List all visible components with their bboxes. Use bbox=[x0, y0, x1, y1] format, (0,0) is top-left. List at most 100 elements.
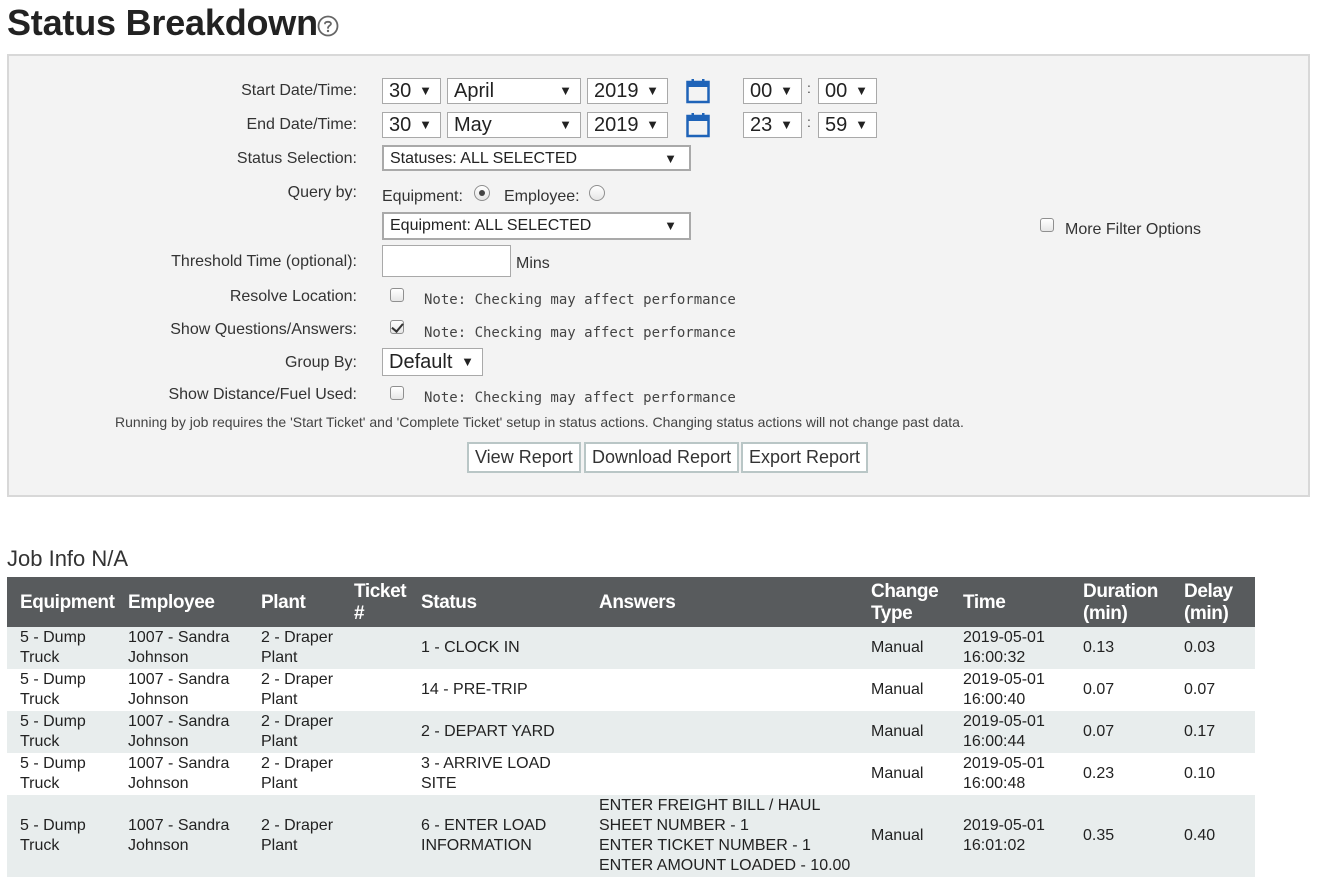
filter-panel: Start Date/Time: 30 ▼ April ▼ 2019 ▼ 00 ▼ : … bbox=[7, 54, 1310, 497]
col-header-duration[interactable]: Duration (min) bbox=[1070, 577, 1171, 627]
download-report-button[interactable]: Download Report bbox=[584, 442, 740, 473]
col-header-plant[interactable]: Plant bbox=[248, 577, 341, 627]
cell-time: 2019-05-01 16:00:44 bbox=[950, 711, 1070, 753]
more-filter-options-checkbox[interactable] bbox=[1040, 218, 1054, 232]
table-row: 5 - Dump Truck 1007 - Sandra Johnson 2 -… bbox=[7, 627, 1255, 669]
col-header-time[interactable]: Time bbox=[950, 577, 1070, 627]
status-selection-value: Statuses: ALL SELECTED bbox=[390, 150, 578, 167]
cell-equipment: 5 - Dump Truck bbox=[7, 795, 115, 877]
end-year-value: 2019 bbox=[594, 114, 639, 136]
end-minute-select[interactable]: 59 ▼ bbox=[818, 112, 877, 138]
cell-ticket bbox=[341, 795, 408, 877]
col-header-answers[interactable]: Answers bbox=[586, 577, 858, 627]
cell-delay: 0.03 bbox=[1171, 627, 1255, 669]
cell-change-type: Manual bbox=[858, 627, 950, 669]
employee-radio[interactable] bbox=[589, 185, 605, 201]
end-month-value: May bbox=[454, 114, 492, 136]
time-separator: : bbox=[807, 80, 811, 96]
section-title: Job Info N/A bbox=[7, 546, 129, 571]
col-header-status[interactable]: Status bbox=[408, 577, 586, 627]
cell-answers bbox=[586, 753, 858, 795]
report-table: Equipment Employee Plant Ticket # Status… bbox=[7, 577, 1255, 877]
resolve-location-checkbox[interactable] bbox=[390, 288, 404, 302]
cell-duration: 0.07 bbox=[1070, 711, 1171, 753]
end-hour-value: 23 bbox=[750, 114, 773, 136]
cell-answers bbox=[586, 669, 858, 711]
cell-equipment: 5 - Dump Truck bbox=[7, 711, 115, 753]
resolve-location-note: Note: Checking may affect performance bbox=[424, 292, 736, 308]
start-minute-select[interactable]: 00 ▼ bbox=[818, 78, 877, 104]
dropdown-arrow-icon: ▼ bbox=[664, 218, 677, 233]
show-questions-label: Show Questions/Answers: bbox=[170, 321, 357, 338]
page-title: Status Breakdown bbox=[7, 2, 318, 43]
cell-plant: 2 - Draper Plant bbox=[248, 711, 341, 753]
equipment-selection-dropdown[interactable]: Equipment: ALL SELECTED ▼ bbox=[382, 212, 691, 240]
cell-change-type: Manual bbox=[858, 753, 950, 795]
col-header-employee[interactable]: Employee bbox=[115, 577, 248, 627]
cell-duration: 0.13 bbox=[1070, 627, 1171, 669]
col-header-ticket[interactable]: Ticket # bbox=[341, 577, 408, 627]
export-report-button[interactable]: Export Report bbox=[741, 442, 869, 473]
start-hour-select[interactable]: 00 ▼ bbox=[743, 78, 802, 104]
cell-duration: 0.07 bbox=[1070, 669, 1171, 711]
col-header-change-type[interactable]: Change Type bbox=[858, 577, 950, 627]
end-calendar-icon[interactable] bbox=[686, 112, 710, 138]
start-day-value: 30 bbox=[389, 80, 412, 102]
cell-employee: 1007 - Sandra Johnson bbox=[115, 795, 248, 877]
resolve-location-label: Resolve Location: bbox=[229, 288, 357, 305]
start-day-select[interactable]: 30 ▼ bbox=[382, 78, 441, 104]
col-header-equipment[interactable]: Equipment bbox=[7, 577, 115, 627]
group-by-label: Group By: bbox=[284, 354, 357, 371]
cell-delay: 0.17 bbox=[1171, 711, 1255, 753]
cell-delay: 0.40 bbox=[1171, 795, 1255, 877]
start-datetime-label: Start Date/Time: bbox=[241, 82, 357, 99]
show-questions-checkbox[interactable] bbox=[390, 320, 404, 334]
dropdown-arrow-icon: ▼ bbox=[419, 83, 432, 98]
equipment-selection-value: Equipment: ALL SELECTED bbox=[390, 217, 592, 234]
end-year-select[interactable]: 2019 ▼ bbox=[587, 112, 668, 138]
view-report-button[interactable]: View Report bbox=[467, 442, 581, 473]
dropdown-arrow-icon: ▼ bbox=[559, 117, 572, 132]
end-minute-value: 59 bbox=[825, 114, 848, 136]
end-day-select[interactable]: 30 ▼ bbox=[382, 112, 441, 138]
dropdown-arrow-icon: ▼ bbox=[419, 117, 432, 132]
info-text: Running by job requires the 'Start Ticke… bbox=[115, 414, 964, 430]
cell-change-type: Manual bbox=[858, 711, 950, 753]
dropdown-arrow-icon: ▼ bbox=[855, 83, 868, 98]
end-hour-select[interactable]: 23 ▼ bbox=[743, 112, 802, 138]
cell-time: 2019-05-01 16:00:32 bbox=[950, 627, 1070, 669]
end-month-select[interactable]: May ▼ bbox=[447, 112, 581, 138]
start-month-select[interactable]: April ▼ bbox=[447, 78, 581, 104]
help-icon[interactable] bbox=[317, 15, 339, 37]
threshold-input[interactable] bbox=[382, 245, 511, 277]
start-year-select[interactable]: 2019 ▼ bbox=[587, 78, 668, 104]
cell-delay: 0.07 bbox=[1171, 669, 1255, 711]
group-by-select[interactable]: Default ▼ bbox=[382, 348, 483, 376]
query-by-label: Query by: bbox=[287, 184, 357, 201]
show-distance-checkbox[interactable] bbox=[390, 386, 404, 400]
start-month-value: April bbox=[454, 80, 495, 102]
more-filter-options-label[interactable]: More Filter Options bbox=[1065, 221, 1201, 239]
dropdown-arrow-icon: ▼ bbox=[461, 354, 474, 369]
table-row: 5 - Dump Truck 1007 - Sandra Johnson 2 -… bbox=[7, 795, 1255, 877]
table-row: 5 - Dump Truck 1007 - Sandra Johnson 2 -… bbox=[7, 669, 1255, 711]
cell-ticket bbox=[341, 711, 408, 753]
start-calendar-icon[interactable] bbox=[686, 78, 710, 104]
time-separator: : bbox=[807, 114, 811, 130]
status-selection-dropdown[interactable]: Statuses: ALL SELECTED ▼ bbox=[382, 145, 691, 171]
equipment-option-label: Equipment: bbox=[382, 188, 463, 205]
cell-employee: 1007 - Sandra Johnson bbox=[115, 753, 248, 795]
threshold-unit: Mins bbox=[516, 255, 550, 272]
col-header-delay[interactable]: Delay (min) bbox=[1171, 577, 1255, 627]
dropdown-arrow-icon: ▼ bbox=[855, 117, 868, 132]
show-distance-label: Show Distance/Fuel Used: bbox=[168, 386, 357, 403]
cell-time: 2019-05-01 16:00:40 bbox=[950, 669, 1070, 711]
start-hour-value: 00 bbox=[750, 80, 773, 102]
cell-employee: 1007 - Sandra Johnson bbox=[115, 627, 248, 669]
answer-line: ENTER TICKET NUMBER - 1 bbox=[599, 837, 811, 854]
table-row: 5 - Dump Truck 1007 - Sandra Johnson 2 -… bbox=[7, 753, 1255, 795]
dropdown-arrow-icon: ▼ bbox=[646, 83, 659, 98]
cell-equipment: 5 - Dump Truck bbox=[7, 669, 115, 711]
equipment-radio[interactable] bbox=[474, 185, 490, 201]
cell-status: 6 - ENTER LOAD INFORMATION bbox=[408, 795, 586, 877]
